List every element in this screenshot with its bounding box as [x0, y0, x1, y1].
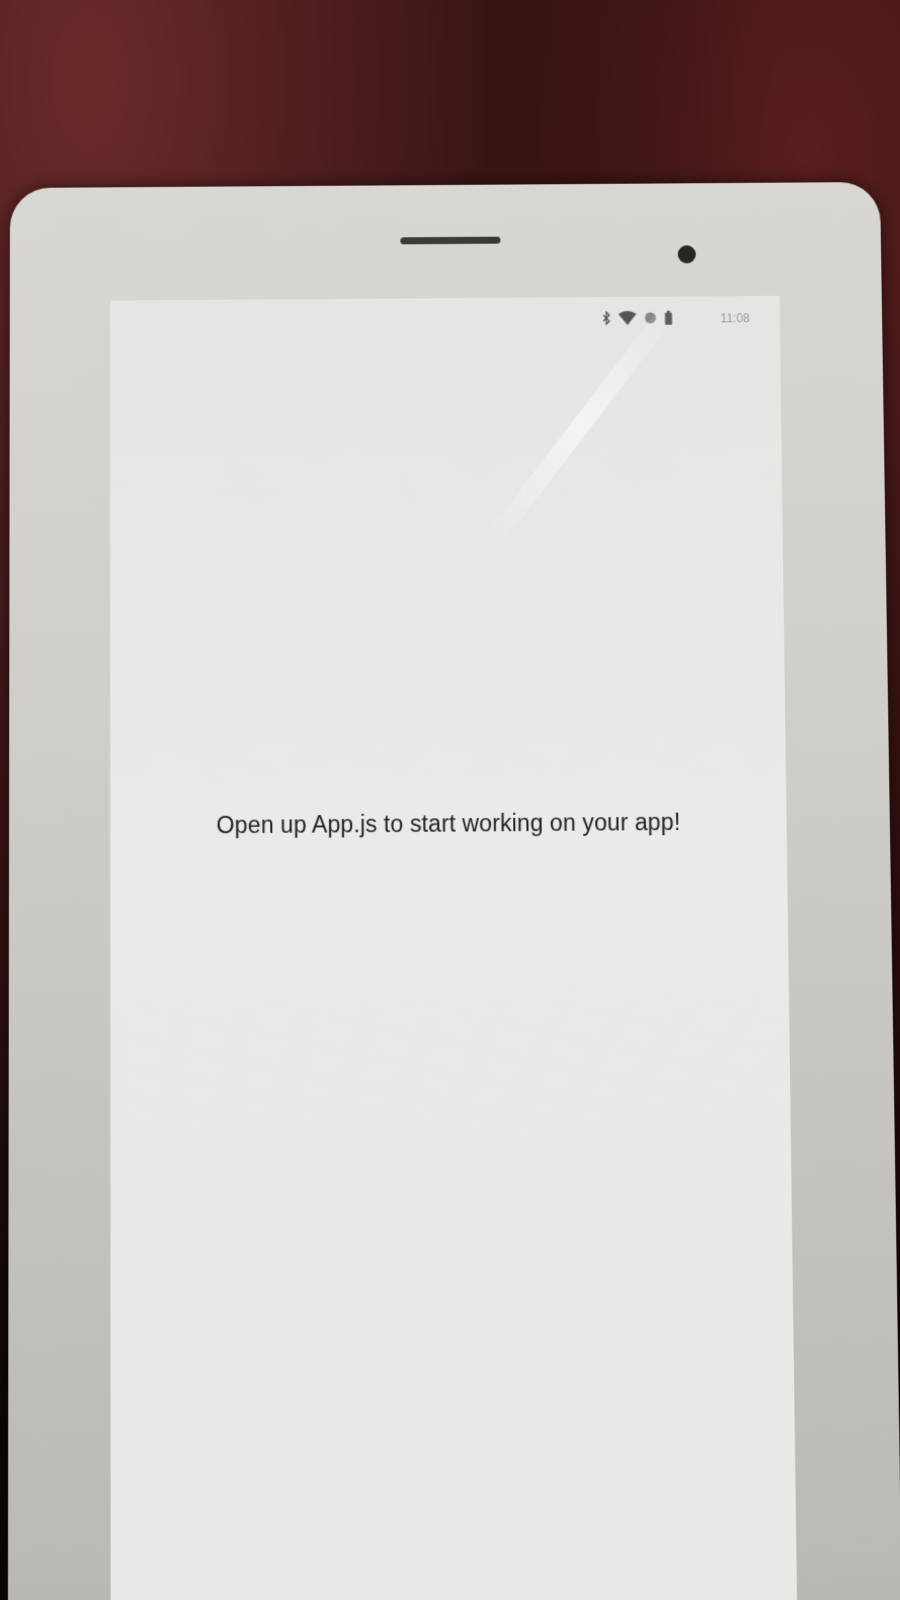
earpiece-speaker [400, 236, 501, 245]
status-bar: 11:08 [110, 296, 780, 345]
phone-device: 11:08 Open up App.js to start working on… [7, 181, 900, 1600]
photo-scene: 11:08 Open up App.js to start working on… [0, 0, 900, 1600]
bluetooth-icon [602, 311, 610, 327]
front-camera [677, 245, 696, 264]
app-message: Open up App.js to start working on your … [216, 808, 681, 839]
phone-screen[interactable]: 11:08 Open up App.js to start working on… [110, 295, 798, 1600]
wifi-icon [618, 310, 637, 327]
status-time: 11:08 [720, 311, 750, 326]
